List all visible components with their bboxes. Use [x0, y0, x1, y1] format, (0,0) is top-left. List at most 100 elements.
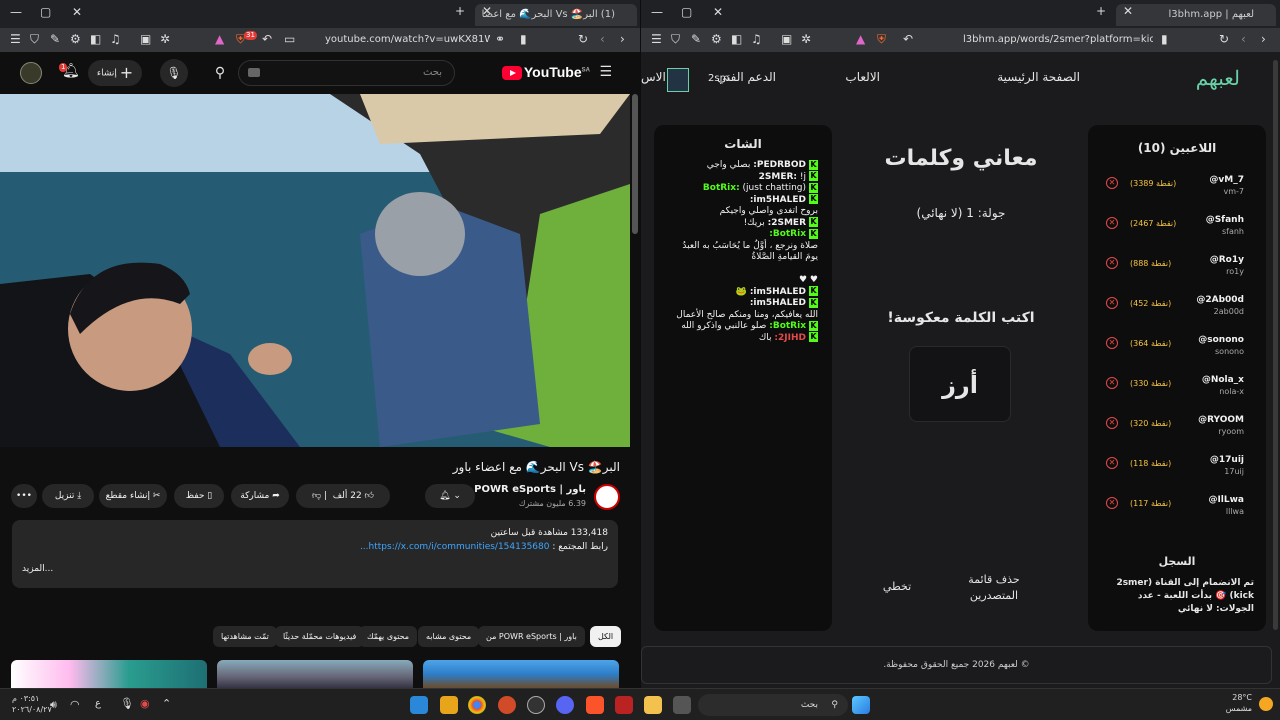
description-box[interactable]: 133,418 مشاهدة قبل ساعتين رابط المجتمع :…: [12, 520, 618, 588]
video-thumbnail[interactable]: [217, 660, 413, 688]
chat-username[interactable]: 2SMER:: [759, 172, 797, 182]
nav-home[interactable]: الصفحة الرئيسية: [997, 70, 1080, 84]
kick-player-icon[interactable]: ✕: [1106, 497, 1118, 509]
back-icon[interactable]: ‹: [600, 32, 605, 46]
extensions-icon[interactable]: ✲: [160, 32, 170, 46]
chip-watched[interactable]: تمّت مشاهدتها: [213, 626, 277, 647]
like-button[interactable]: 👍︎ 22 ألف: [333, 491, 374, 501]
forward-icon[interactable]: ›: [1261, 32, 1266, 46]
address-bar[interactable]: youtube.com/watch?v=uwKX81WsQng: [325, 32, 490, 48]
search-input[interactable]: بحث: [238, 60, 455, 86]
sidebar-icon[interactable]: ◧: [731, 32, 742, 46]
taskbar-search[interactable]: بحث ⚲: [698, 694, 848, 716]
link-icon[interactable]: ⚭: [495, 32, 505, 46]
save-button[interactable]: ▯ حفظ: [174, 484, 224, 508]
chat-username[interactable]: im5HALED:: [750, 287, 806, 297]
aria-icon[interactable]: ▲: [856, 32, 865, 46]
nav-extra[interactable]: الاس: [641, 70, 666, 84]
page-scrollbar[interactable]: [632, 94, 638, 234]
reload-icon[interactable]: ↻: [578, 32, 588, 46]
back-history-icon[interactable]: ↶: [903, 32, 913, 46]
user-name[interactable]: 2sm: [708, 73, 729, 84]
kick-player-icon[interactable]: ✕: [1106, 377, 1118, 389]
app-icon[interactable]: [440, 696, 458, 714]
clip-button[interactable]: ✂ إنشاء مقطع: [99, 484, 167, 508]
site-logo[interactable]: لعبهم: [1196, 66, 1240, 90]
kick-player-icon[interactable]: ✕: [1106, 257, 1118, 269]
minimize-icon[interactable]: —: [651, 5, 663, 19]
maximize-icon[interactable]: ▢: [40, 5, 51, 19]
shield-icon[interactable]: ⛉: [671, 32, 680, 47]
music-icon[interactable]: ♫: [110, 32, 121, 46]
bookmark-icon[interactable]: ▮: [520, 32, 527, 46]
mic-icon[interactable]: 🎙︎: [160, 59, 188, 87]
chat-username[interactable]: im5HALED:: [750, 195, 806, 205]
bookmark-icon[interactable]: ▮: [1161, 32, 1168, 46]
video-thumbnail[interactable]: [11, 660, 207, 688]
wifi-icon[interactable]: ◠: [70, 698, 80, 711]
pen-icon[interactable]: ✎: [50, 32, 60, 46]
new-tab-icon[interactable]: +: [1096, 4, 1106, 18]
back-icon[interactable]: ‹: [1241, 32, 1246, 46]
speaker-icon[interactable]: 🔊︎: [50, 698, 57, 712]
tab-close-icon[interactable]: ✕: [482, 4, 492, 18]
nav-games[interactable]: الالعاب: [845, 70, 880, 84]
close-window-icon[interactable]: ✕: [713, 5, 723, 19]
search-icon[interactable]: ⚲: [200, 60, 240, 86]
kick-player-icon[interactable]: ✕: [1106, 417, 1118, 429]
keyboard-icon[interactable]: [248, 68, 260, 77]
brave-shield-icon[interactable]: ⛨: [877, 32, 886, 47]
file-explorer-icon[interactable]: [644, 696, 662, 714]
user-avatar[interactable]: [667, 68, 689, 92]
sidebar-icon[interactable]: ◧: [90, 32, 101, 46]
minimize-icon[interactable]: —: [10, 5, 22, 19]
thumbs-down-icon[interactable]: 👎︎: [312, 491, 321, 501]
close-window-icon[interactable]: ✕: [72, 5, 82, 19]
download-button[interactable]: ⤓ تنزيل: [42, 484, 94, 508]
video-thumbnail[interactable]: [423, 660, 619, 688]
chat-username[interactable]: BotRix:: [769, 229, 806, 239]
youtube-logo[interactable]: YouTubeSA: [501, 64, 590, 81]
app-icon[interactable]: [410, 696, 428, 714]
chip-from-channel[interactable]: من POWR eSports | باور: [478, 626, 585, 647]
shield-icon[interactable]: ⛉: [30, 32, 39, 47]
kick-player-icon[interactable]: ✕: [1106, 177, 1118, 189]
wallet-icon[interactable]: ▣: [140, 32, 151, 46]
chevron-up-icon[interactable]: ⌃: [162, 697, 171, 710]
address-bar[interactable]: l3bhm.app/words/2smer?platform=kick: [963, 32, 1153, 48]
hamburger-menu-icon[interactable]: ☰: [599, 64, 612, 80]
avatar[interactable]: [20, 62, 42, 84]
kick-player-icon[interactable]: ✕: [1106, 457, 1118, 469]
wallet-icon[interactable]: ▣: [781, 32, 792, 46]
settings-icon[interactable]: ⚙: [70, 32, 81, 46]
music-icon[interactable]: ♫: [751, 32, 762, 46]
chat-username[interactable]: im5HALED:: [750, 298, 806, 308]
menu-icon[interactable]: ☰: [651, 32, 662, 46]
extensions-icon[interactable]: ✲: [801, 32, 811, 46]
more-link[interactable]: ...المزيد: [22, 564, 608, 574]
kick-player-icon[interactable]: ✕: [1106, 337, 1118, 349]
chip-similar[interactable]: محتوى مشابه: [418, 626, 480, 647]
chip-all[interactable]: الكل: [590, 626, 622, 647]
share-button[interactable]: ➦ مشاركة: [231, 484, 289, 508]
tab-youtube[interactable]: (1) البر🏖️ Vs البحر🌊 مع اعضا: [475, 4, 637, 26]
language-indicator[interactable]: ع: [95, 698, 101, 709]
menu-icon[interactable]: ☰: [10, 32, 21, 46]
discord-icon[interactable]: [556, 696, 574, 714]
new-tab-icon[interactable]: +: [455, 4, 465, 18]
app-icon[interactable]: [527, 696, 545, 714]
subscribe-bell-button[interactable]: 🔔︎ ⌄: [425, 484, 475, 508]
tab-close-icon[interactable]: ✕: [1123, 4, 1133, 18]
back-history-icon[interactable]: ↶: [262, 32, 272, 46]
clock[interactable]: ٠٣:٥١ م ٢٠٢٦/٠٨/٢٧: [12, 693, 52, 715]
community-link[interactable]: https://x.com/i/communities/154135680...: [360, 542, 550, 552]
kick-player-icon[interactable]: ✕: [1106, 217, 1118, 229]
screen-icon[interactable]: ▭: [284, 32, 295, 46]
chat-username[interactable]: 2JIHD:: [774, 333, 806, 343]
app-icon[interactable]: [498, 696, 516, 714]
maximize-icon[interactable]: ▢: [681, 5, 692, 19]
channel-avatar[interactable]: [594, 484, 620, 510]
chip-for-you[interactable]: محتوى يهمّك: [359, 626, 418, 647]
reload-icon[interactable]: ↻: [1219, 32, 1229, 46]
remove-leaderboard-button[interactable]: حذف قائمة المتصدرين: [951, 572, 1037, 604]
